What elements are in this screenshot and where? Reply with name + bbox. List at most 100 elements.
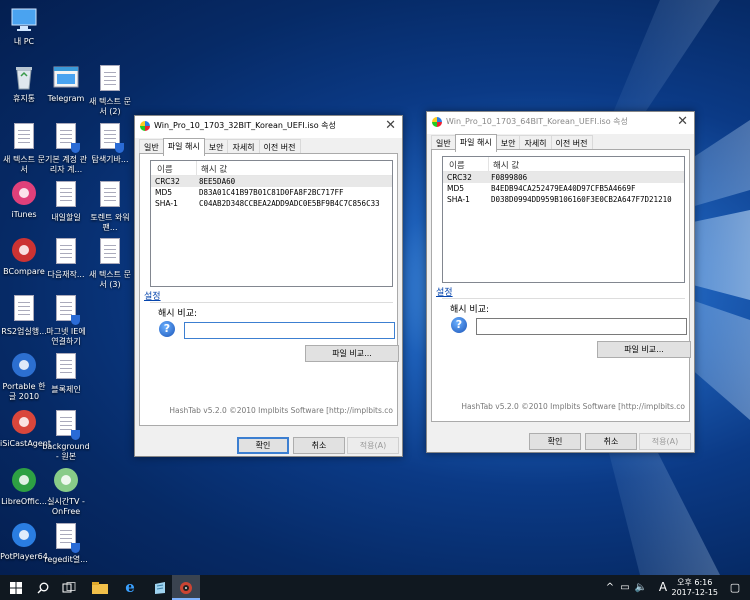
desktop-icon[interactable]: 마그넷 IE에 연결하기: [42, 292, 90, 347]
desktop-icon[interactable]: background - 원본: [42, 407, 90, 462]
hash-row[interactable]: SHA-1 D038D0994DD959B106160F3E0CB2A647F7D…: [443, 194, 684, 205]
hashtab-credit: HashTab v5.2.0 ©2010 Implbits Software […: [169, 406, 393, 415]
settings-link[interactable]: 설정: [436, 285, 453, 298]
compare-file-button[interactable]: 파일 비교...: [597, 341, 691, 358]
properties-window-64bit[interactable]: Win_Pro_10_1703_64BIT_Korean_UEFI.iso 속성…: [426, 111, 695, 453]
hash-list[interactable]: 이름 해시 값 CRC32 F0899806 MD5 B4EDB94CA252479…: [442, 156, 685, 283]
desktop-icon[interactable]: 블록제인: [42, 350, 90, 395]
hash-compare-input[interactable]: [184, 322, 395, 339]
hash-row[interactable]: CRC32 8EE5DA60: [151, 176, 392, 187]
notepad-icon[interactable]: [148, 575, 172, 600]
desktop-icon[interactable]: 다음재작...: [42, 235, 90, 280]
desktop-icon-label: 블록제인: [51, 385, 81, 394]
window-titlebar[interactable]: Win_Pro_10_1703_64BIT_Korean_UEFI.iso 속성…: [427, 112, 694, 134]
ok-button[interactable]: 확인: [237, 437, 289, 454]
clock-date: 2017-12-15: [671, 588, 719, 597]
desktop-icon-label: PotPlayer64: [0, 552, 48, 561]
system-clock[interactable]: 오후 6:16 2017-12-15: [672, 578, 719, 598]
search-icon[interactable]: [32, 575, 54, 600]
desktop-icon[interactable]: 내일할일: [42, 178, 90, 223]
hash-row[interactable]: CRC32 F0899806: [443, 172, 684, 183]
input-method-indicator[interactable]: A: [656, 575, 670, 600]
desktop-icon[interactable]: iTunes: [0, 178, 48, 220]
desktop-icon-label: Telegram: [47, 94, 85, 103]
desktop-icon[interactable]: 내 PC: [0, 5, 48, 47]
cancel-button[interactable]: 취소: [293, 437, 345, 454]
desktop-icon-label: LibreOffic...: [1, 497, 47, 506]
hash-row[interactable]: MD5 B4EDB94CA252479EA40D97CFB5A4669F: [443, 183, 684, 194]
hash-name: CRC32: [447, 173, 472, 182]
volume-icon[interactable]: 🔈: [634, 575, 648, 600]
tab-strip: 일반 파일 해시 보안 자세히 이전 버전: [139, 138, 301, 156]
desktop-icon[interactable]: 실시간TV - OnFree: [42, 465, 90, 517]
desktop-icon[interactable]: LibreOffic...: [0, 465, 48, 507]
window-titlebar[interactable]: Win_Pro_10_1703_32BIT_Korean_UEFI.iso 속성…: [135, 116, 402, 138]
hash-compare-input[interactable]: [476, 318, 687, 335]
text-document-icon: [95, 238, 125, 268]
hash-row[interactable]: SHA-1 C04AB2D348CCBEA2ADD9ADC0E5BF9B4C7C8…: [151, 198, 392, 209]
column-name-header[interactable]: 이름: [449, 159, 465, 171]
desktop-icon[interactable]: RS2업실행...: [0, 292, 48, 337]
hash-compare-group: 해시 비교: ? 파일 비교...: [442, 298, 691, 358]
desktop-icon-label: 토렌트 와워팬...: [90, 213, 130, 232]
text-document-icon: [51, 238, 81, 268]
desktop-icon-label: Portable 한글 2010: [2, 382, 46, 401]
desktop-icon-label: 기본 계정 관리자 계...: [45, 155, 87, 174]
column-hash-header[interactable]: 해시 값: [493, 159, 519, 171]
desktop-icon[interactable]: 새 텍스트 문서 (3): [86, 235, 134, 290]
ok-button[interactable]: 확인: [529, 433, 581, 450]
desktop-icon[interactable]: regedit열...: [42, 520, 90, 565]
desktop-icon[interactable]: iSiCastAgent: [0, 407, 51, 449]
task-view-icon[interactable]: [58, 575, 80, 600]
text-document-icon: [51, 353, 81, 383]
desktop-icon[interactable]: Portable 한글 2010: [0, 350, 48, 402]
hash-value: D038D0994DD959B106160F3E0CB2A647F7D21210: [491, 195, 672, 204]
internet-explorer-icon[interactable]: e: [118, 575, 142, 600]
desktop-icon[interactable]: 토렌트 와워팬...: [86, 178, 134, 233]
taskbar: e ^ ▭ 🔈 A 오후 6:16 2017-12-15 ▢: [0, 575, 750, 600]
column-hash-header[interactable]: 해시 값: [201, 163, 227, 175]
desktop-icon[interactable]: PotPlayer64: [0, 520, 48, 562]
close-icon[interactable]: ✕: [677, 114, 688, 129]
cancel-button[interactable]: 취소: [585, 433, 637, 450]
network-icon[interactable]: ▭: [618, 575, 632, 600]
disc-image-icon: [140, 121, 150, 131]
desktop-icon[interactable]: 기본 계정 관리자 계...: [42, 120, 90, 175]
question-icon: ?: [159, 321, 175, 337]
compare-file-button[interactable]: 파일 비교...: [305, 345, 399, 362]
hash-row[interactable]: MD5 D83A01C41B97B01C81D0FA8F2BC717FF: [151, 187, 392, 198]
hash-value: F0899806: [491, 173, 528, 182]
notification-icon[interactable]: ▢: [726, 575, 744, 600]
question-icon: ?: [451, 317, 467, 333]
desktop-icon-label: BCompare: [3, 267, 45, 276]
hash-name: MD5: [155, 188, 173, 197]
desktop-icon[interactable]: Telegram: [42, 62, 90, 104]
tab-file-hash[interactable]: 파일 해시: [454, 134, 497, 152]
hash-compare-group: 해시 비교: ? 파일 비교...: [150, 302, 399, 362]
column-name-header[interactable]: 이름: [157, 163, 173, 175]
text-document-icon: [95, 65, 125, 95]
properties-window-32bit[interactable]: Win_Pro_10_1703_32BIT_Korean_UEFI.iso 속성…: [134, 115, 403, 457]
chevron-up-icon[interactable]: ^: [604, 575, 616, 600]
desktop-icon[interactable]: 휴지통: [0, 62, 48, 104]
desktop-icon-label: 탐색기바...: [91, 155, 129, 164]
desktop-icon-label: 휴지통: [12, 94, 36, 103]
windows-start-icon[interactable]: [4, 575, 28, 600]
tab-panel: 이름 해시 값 CRC32 8EE5DA60 MD5 D83A01C41B97B01…: [139, 153, 399, 426]
text-document-icon: [9, 123, 39, 153]
apply-button[interactable]: 적용(A): [347, 437, 399, 454]
desktop-icon[interactable]: 새 텍스트 문서 (2): [86, 62, 134, 117]
shortcut-icon: [51, 523, 81, 553]
disc-app-icon[interactable]: [172, 575, 200, 600]
tab-file-hash[interactable]: 파일 해시: [162, 138, 205, 156]
file-explorer-icon[interactable]: [88, 575, 112, 600]
settings-link[interactable]: 설정: [144, 289, 161, 302]
desktop-icon[interactable]: 탐색기바...: [86, 120, 134, 165]
list-header: 이름 해시 값: [443, 157, 684, 172]
hash-value: C04AB2D348CCBEA2ADD9ADC0E5BF9B4C7C856C33: [199, 199, 380, 208]
close-icon[interactable]: ✕: [385, 118, 396, 133]
apply-button[interactable]: 적용(A): [639, 433, 691, 450]
desktop-icon[interactable]: 새 텍스트 문서: [0, 120, 48, 175]
hash-list[interactable]: 이름 해시 값 CRC32 8EE5DA60 MD5 D83A01C41B97B01…: [150, 160, 393, 287]
desktop-icon[interactable]: BCompare: [0, 235, 48, 277]
